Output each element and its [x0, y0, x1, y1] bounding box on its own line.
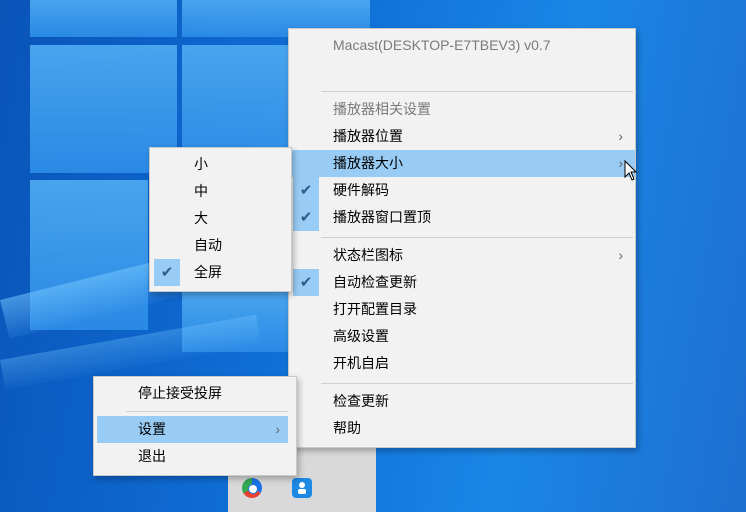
menu-separator — [126, 411, 288, 412]
macast-speaker-icon[interactable] — [292, 478, 312, 498]
windows-logo-pane-top-left — [30, 0, 177, 37]
app-title: Macast(DESKTOP-E7TBEV3) v0.7 — [333, 37, 551, 53]
checkmark-icon: ✔ — [293, 204, 319, 231]
menu-item-player-size[interactable]: 播放器大小 › — [289, 150, 635, 177]
size-option-large[interactable]: 大 — [150, 205, 291, 232]
menu-item-exit[interactable]: 退出 — [94, 443, 296, 470]
menu-item-open-config-dir[interactable]: 打开配置目录 — [289, 296, 635, 323]
menu-item-auto-check-update[interactable]: ✔ 自动检查更新 — [289, 269, 635, 296]
menu-item-check-update[interactable]: 检查更新 — [289, 388, 635, 415]
menu-item-hardware-decoding[interactable]: ✔ 硬件解码 — [289, 177, 635, 204]
size-option-fullscreen[interactable]: ✔ 全屏 — [150, 259, 291, 286]
checkmark-icon: ✔ — [154, 259, 180, 286]
checkmark-icon: ✔ — [293, 269, 319, 296]
menu-item-settings[interactable]: 设置 › — [97, 416, 288, 443]
menu-separator — [321, 91, 633, 92]
tray-context-menu: 停止接受投屏 设置 › 退出 — [93, 376, 297, 476]
menu-item-launch-at-startup[interactable]: 开机自启 — [289, 350, 635, 377]
menu-item-window-on-top[interactable]: ✔ 播放器窗口置顶 — [289, 204, 635, 231]
menu-item-statusbar-icon[interactable]: 状态栏图标 › — [289, 242, 635, 269]
chevron-right-icon: › — [618, 128, 623, 144]
player-size-submenu: 小 中 大 自动 ✔ 全屏 — [149, 147, 292, 292]
chrome-like-browser-icon[interactable] — [242, 478, 262, 498]
checkmark-icon: ✔ — [293, 177, 319, 204]
size-option-auto[interactable]: 自动 — [150, 232, 291, 259]
size-option-medium[interactable]: 中 — [150, 178, 291, 205]
chevron-right-icon: › — [618, 155, 623, 171]
chevron-right-icon: › — [275, 421, 280, 437]
menu-separator — [321, 237, 633, 238]
menu-item-help[interactable]: 帮助 — [289, 415, 635, 442]
mouse-cursor-icon — [624, 160, 638, 181]
size-option-small[interactable]: 小 — [150, 151, 291, 178]
macast-main-menu: Macast(DESKTOP-E7TBEV3) v0.7 播放器相关设置 播放器… — [288, 28, 636, 448]
menu-item-stop-receiving[interactable]: 停止接受投屏 — [94, 380, 296, 407]
menu-item-advanced-settings[interactable]: 高级设置 — [289, 323, 635, 350]
chevron-right-icon: › — [618, 247, 623, 263]
menu-separator — [321, 383, 633, 384]
menu-item-player-position[interactable]: 播放器位置 › — [289, 123, 635, 150]
section-header-player-settings: 播放器相关设置 — [333, 101, 431, 117]
